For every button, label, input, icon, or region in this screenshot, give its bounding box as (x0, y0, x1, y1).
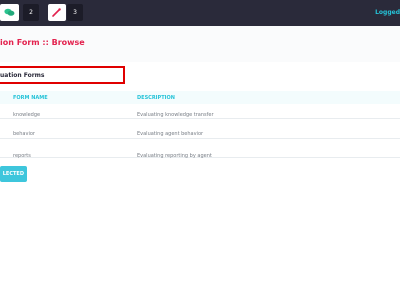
description-cell: Evaluating agent behavior (137, 131, 204, 137)
table-header (0, 91, 400, 104)
form-name-cell[interactable]: behavior (13, 131, 35, 137)
form-name-cell[interactable]: reports (13, 153, 31, 159)
magic-wand-icon (48, 4, 65, 21)
column-header-description[interactable]: DESCRIPTION (137, 95, 175, 101)
column-header-form-name[interactable]: FORM NAME (13, 95, 48, 101)
chat-bubbles-icon (1, 4, 18, 21)
notifications-badge[interactable] (48, 4, 66, 21)
top-navbar: 2 3 Logged (0, 0, 400, 26)
delete-selected-button[interactable]: LECTED (0, 166, 27, 182)
highlight-annotation (0, 66, 125, 84)
user-status-link[interactable]: Logged (375, 9, 400, 16)
messages-badge[interactable] (0, 4, 19, 21)
description-cell: Evaluating reporting by agent (137, 153, 212, 159)
notifications-count: 3 (67, 4, 83, 21)
messages-count: 2 (23, 4, 39, 21)
form-name-cell[interactable]: knowledge (13, 112, 40, 118)
page-title: ion Form :: Browse (0, 38, 85, 47)
description-cell: Evaluating knowledge transfer (137, 112, 214, 118)
